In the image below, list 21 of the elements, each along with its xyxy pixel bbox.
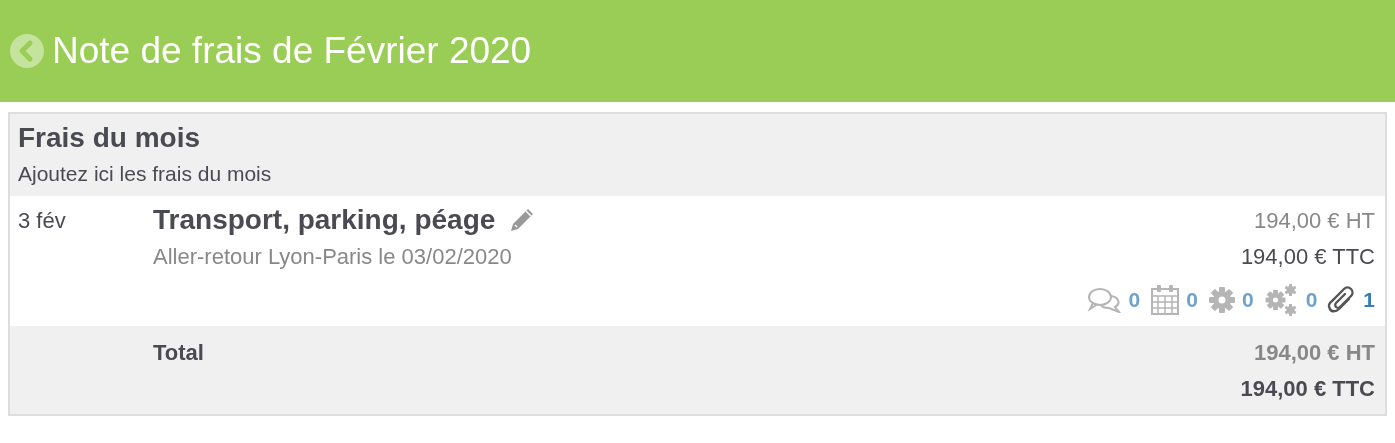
total-ttc: 194,00 € TTC (1240, 376, 1375, 402)
page-title: Note de frais de Février 2020 (52, 30, 532, 72)
speech-bubbles-icon[interactable] (1086, 287, 1123, 313)
expense-row[interactable]: 3 fév Transport, parking, péage Aller-retour Lyon-Paris le 03/02/2020 194,00 € HT 194,00 € TTC 0 0 0 0 1 (10, 196, 1385, 326)
total-label: Total (153, 339, 205, 367)
counter-value: 1 (1363, 288, 1375, 312)
counter-value: 0 (1241, 288, 1254, 312)
section-title: Frais du mois (18, 122, 202, 154)
amount-ht: 194,00 € HT (1253, 208, 1375, 234)
section-subtitle: Ajoutez ici les frais du mois (18, 162, 273, 186)
expense-title: Transport, parking, péage (153, 204, 496, 236)
total-ht: 194,00 € HT (1253, 340, 1375, 366)
counter-value: 0 (1128, 288, 1141, 312)
expense-description: Aller-retour Lyon-Paris le 03/02/2020 (153, 244, 513, 270)
counter-value: 0 (1186, 288, 1198, 312)
amount-ttc: 194,00 € TTC (1240, 244, 1375, 270)
back-icon[interactable] (10, 34, 44, 68)
expense-date: 3 fév (18, 207, 67, 235)
gear-icon[interactable] (1207, 286, 1236, 314)
calendar-icon[interactable] (1150, 284, 1181, 316)
counter-value: 0 (1305, 288, 1318, 312)
